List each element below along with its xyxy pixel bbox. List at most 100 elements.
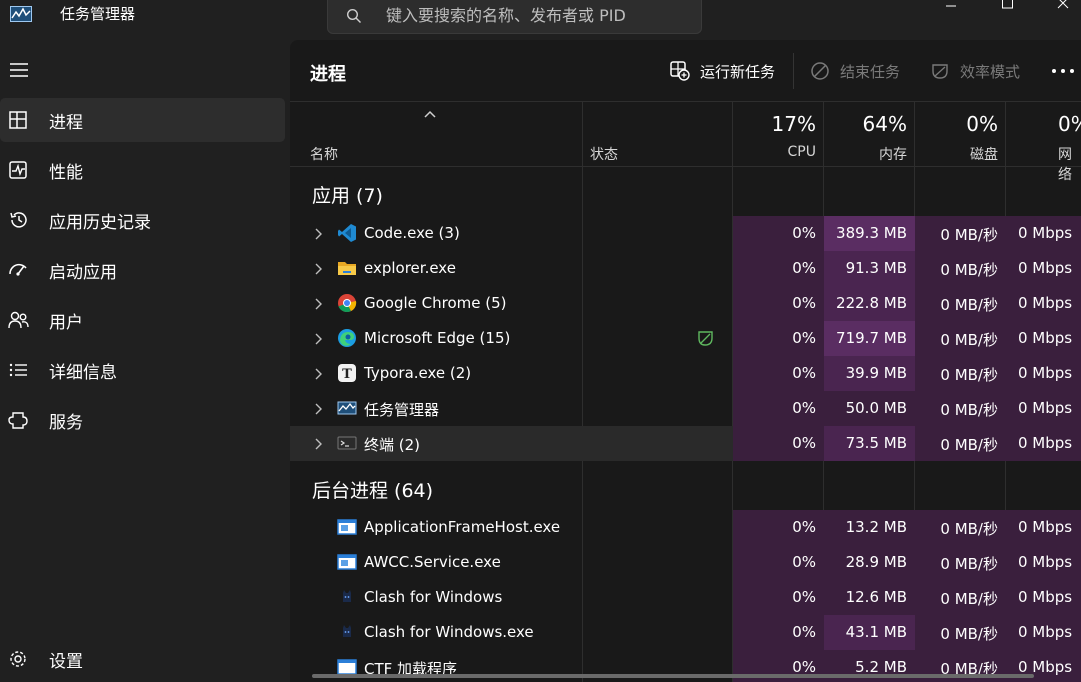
column-memory[interactable]: 内存 [824,144,907,164]
search-box[interactable] [327,0,702,34]
cpu-cell: 0% [733,615,824,650]
block-icon [811,62,829,80]
process-name: Clash for Windows.exe [364,623,534,641]
sidebar-item-label: 详细信息 [49,363,117,383]
users-icon [8,311,29,329]
chevron-right-icon[interactable] [314,438,322,450]
process-name: Microsoft Edge (15) [364,329,511,347]
network-cell: 0 Mbps [1006,580,1081,615]
sidebar-item-performance[interactable]: 性能 [0,148,285,192]
disk-cell: 0 MB/秒 [915,545,1006,580]
sidebar-item-services[interactable]: 服务 [0,398,285,442]
disk-cell: 0 MB/秒 [915,391,1006,426]
horizontal-scrollbar[interactable] [312,674,1034,678]
memory-cell: 43.1 MB [824,615,915,650]
clash-cat-icon [343,625,351,637]
column-status[interactable]: 状态 [590,144,618,164]
sort-ascending-icon[interactable] [423,110,437,118]
toolbar-separator [793,53,794,89]
sidebar-item-app-history[interactable]: 应用历史记录 [0,198,285,242]
sidebar-item-settings[interactable]: 设置 [0,637,285,681]
title-bar: 任务管理器 [0,0,1081,40]
network-cell: 0 Mbps [1006,391,1081,426]
memory-cell: 389.3 MB [824,216,915,251]
network-cell: 0 Mbps [1006,216,1081,251]
efficiency-mode-button[interactable]: 效率模式 [930,58,1030,84]
column-network[interactable]: 网络 [1058,144,1081,184]
sidebar-item-label: 性能 [49,163,83,183]
table-row[interactable]: T Typora.exe (2) 0% 39.9 MB 0 MB/秒 0 Mbp… [290,356,1081,391]
process-name: Clash for Windows [364,588,503,606]
sidebar-item-label: 用户 [49,313,83,333]
chevron-right-icon[interactable] [314,263,322,275]
column-name[interactable]: 名称 [310,144,338,164]
network-cell: 0 Mbps [1006,615,1081,650]
chevron-right-icon[interactable] [314,403,322,415]
disk-cell: 0 MB/秒 [915,426,1006,461]
table-row[interactable]: Clash for Windows 0% 12.6 MB 0 MB/秒 0 Mb… [290,580,1081,615]
disk-cell: 0 MB/秒 [915,580,1006,615]
maximize-button[interactable] [984,0,1030,14]
table-row[interactable]: ApplicationFrameHost.exe 0% 13.2 MB 0 MB… [290,510,1081,545]
efficiency-mode-label: 效率模式 [960,63,1021,81]
memory-cell: 13.2 MB [824,510,915,545]
sidebar: 进程 性能 应用历史记录 启动应用 用户 详细信息 服务 设置 [0,40,290,682]
typora-icon: T [338,364,356,382]
table-row[interactable]: AWCC.Service.exe 0% 28.9 MB 0 MB/秒 0 Mbp… [290,545,1081,580]
history-icon [10,212,27,228]
table-row[interactable]: Microsoft Edge (15) 0% 719.7 MB 0 MB/秒 0… [290,321,1081,356]
more-options-icon[interactable] [1051,68,1075,74]
disk-cell: 0 MB/秒 [915,251,1006,286]
sidebar-item-details[interactable]: 详细信息 [0,348,285,392]
performance-icon [9,161,27,179]
efficiency-mode-icon [698,331,713,346]
cpu-cell: 0% [733,426,824,461]
column-cpu[interactable]: CPU [733,144,816,160]
chevron-right-icon[interactable] [314,333,322,345]
table-row[interactable]: Clash for Windows.exe 0% 43.1 MB 0 MB/秒 … [290,615,1081,650]
app-window-icon [337,519,357,535]
cpu-cell: 0% [733,216,824,251]
chevron-right-icon[interactable] [314,228,322,240]
cpu-cell: 0% [733,580,824,615]
cpu-cell: 0% [733,545,824,580]
sidebar-item-label: 应用历史记录 [49,213,151,233]
process-name: 终端 (2) [364,436,421,454]
column-disk[interactable]: 磁盘 [915,144,998,164]
memory-cell: 50.0 MB [824,391,915,426]
sidebar-item-processes[interactable]: 进程 [0,98,285,142]
sidebar-item-startup-apps[interactable]: 启动应用 [0,248,285,292]
process-name: AWCC.Service.exe [364,553,501,571]
table-row[interactable]: Google Chrome (5) 0% 222.8 MB 0 MB/秒 0 M… [290,286,1081,321]
memory-cell: 39.9 MB [824,356,915,391]
search-input[interactable] [386,4,686,26]
chevron-right-icon[interactable] [314,368,322,380]
table-row[interactable]: 任务管理器 0% 50.0 MB 0 MB/秒 0 Mbps [290,391,1081,426]
network-cell: 0 Mbps [1006,251,1081,286]
memory-cell: 73.5 MB [824,426,915,461]
chevron-right-icon[interactable] [314,298,322,310]
svg-text:T: T [342,367,352,382]
hamburger-menu-icon[interactable] [10,62,30,78]
run-new-task-button[interactable]: 运行新任务 [670,58,780,84]
startup-icon [9,263,27,276]
network-cell: 0 Mbps [1006,545,1081,580]
minimize-button[interactable] [928,0,974,14]
disk-cell: 0 MB/秒 [915,216,1006,251]
process-name: 任务管理器 [364,401,440,419]
disk-cell: 0 MB/秒 [915,286,1006,321]
table-row[interactable]: Code.exe (3) 0% 389.3 MB 0 MB/秒 0 Mbps [290,216,1081,251]
end-task-button[interactable]: 结束任务 [810,58,910,84]
gear-icon [10,651,26,667]
group-title-apps[interactable]: 应用 (7) [312,181,383,208]
table-row[interactable]: explorer.exe 0% 91.3 MB 0 MB/秒 0 Mbps [290,251,1081,286]
table-row[interactable]: 终端 (2) 0% 73.5 MB 0 MB/秒 0 Mbps [290,426,1081,461]
sidebar-item-label: 启动应用 [49,263,117,283]
sidebar-item-users[interactable]: 用户 [0,298,285,342]
close-button[interactable] [1040,0,1081,14]
memory-cell: 222.8 MB [824,286,915,321]
cpu-cell: 0% [733,251,824,286]
group-title-background[interactable]: 后台进程 (64) [312,476,433,503]
vscode-icon [338,224,356,242]
terminal-icon [337,436,357,450]
